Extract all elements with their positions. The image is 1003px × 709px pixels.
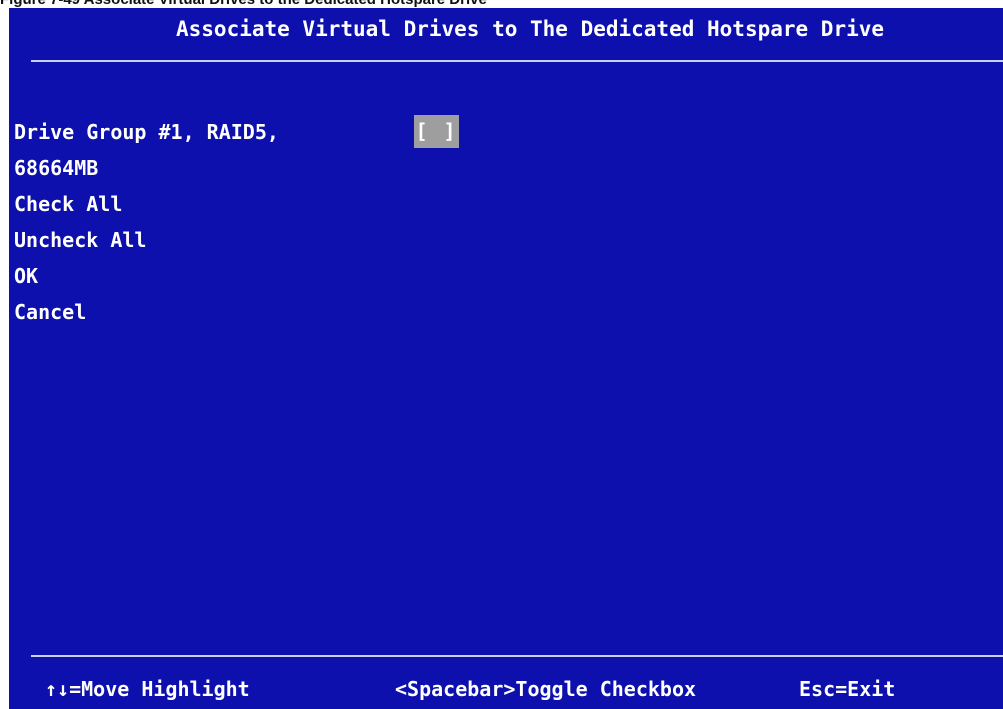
figure-caption: Figure 7-49 Associate Virtual Drives to … xyxy=(0,0,1003,8)
page-title: Associate Virtual Drives to The Dedicate… xyxy=(176,17,885,41)
top-divider xyxy=(31,60,1003,62)
cancel-button[interactable]: Cancel xyxy=(14,294,279,330)
toggle-checkbox-hint: <Spacebar>Toggle Checkbox xyxy=(395,677,697,701)
drive-group-checkbox[interactable]: [ ] xyxy=(414,115,459,148)
exit-hint: Esc=Exit xyxy=(799,677,896,701)
menu-list: Drive Group #1, RAID5, 68664MB Check All… xyxy=(14,114,279,330)
check-all-option[interactable]: Check All xyxy=(14,186,279,222)
bios-screen: Associate Virtual Drives to The Dedicate… xyxy=(9,8,1003,709)
drive-group-size: 68664MB xyxy=(14,156,99,180)
move-highlight-hint: ↑↓=Move Highlight xyxy=(45,677,250,701)
ok-button[interactable]: OK xyxy=(14,258,279,294)
bottom-divider xyxy=(31,655,1003,657)
uncheck-all-option[interactable]: Uncheck All xyxy=(14,222,279,258)
drive-group-label[interactable]: Drive Group #1, RAID5, xyxy=(14,114,279,150)
